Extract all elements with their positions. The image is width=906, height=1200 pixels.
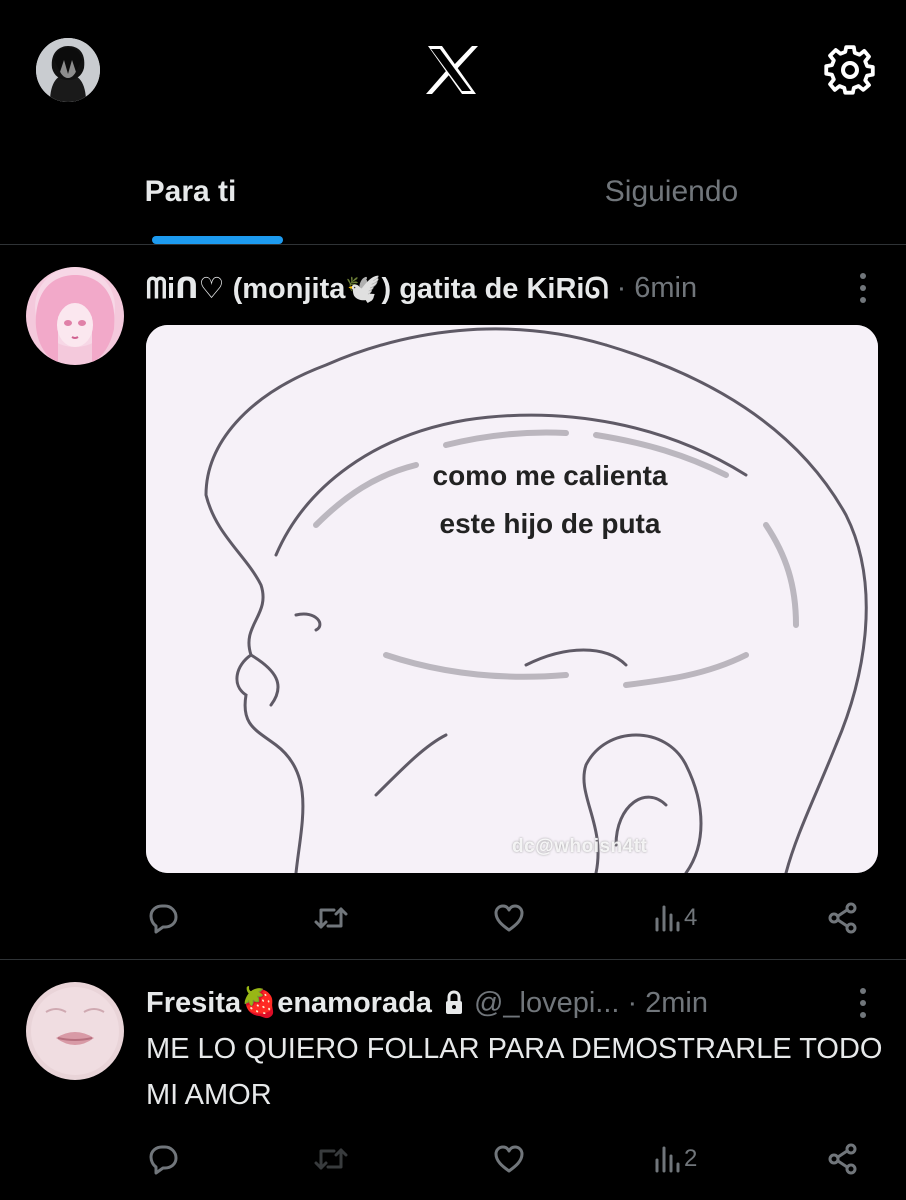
post-time[interactable]: 2min [645,987,708,1020]
repost-button[interactable] [312,895,350,941]
post-actions: 4 [146,895,876,941]
tab-siguiendo[interactable]: Siguiendo [445,140,898,244]
post-media-image[interactable] [146,325,878,873]
reply-icon [149,904,178,934]
share-icon [828,902,857,934]
share-button[interactable] [826,1136,860,1182]
user-handle[interactable]: @_lovepi... [474,987,620,1020]
tab-para-ti[interactable]: Para ti [0,140,417,244]
post-time[interactable]: 6min [634,272,697,305]
display-name[interactable]: Fresita🍓enamorada [146,986,432,1020]
lock-icon [444,990,464,1016]
top-bar [0,0,906,140]
repost-button[interactable] [312,1136,350,1182]
active-tab-indicator [152,236,283,244]
share-icon [828,1143,857,1175]
reply-icon [149,1145,178,1175]
heart-icon [494,904,524,932]
post-actions: 2 [146,1136,876,1182]
meme-caption: como me calienta este hijo de puta [380,452,720,548]
views-icon [655,1146,680,1173]
views-button[interactable]: 4 [654,895,697,941]
avatar[interactable] [26,267,124,365]
display-name[interactable]: ᗰiᑎ♡ (monjita🕊️) gatita de KiRiᘏ [146,271,609,306]
post-header: Fresita🍓enamorada @_lovepi... · 2min [146,980,846,1026]
separator-dot: · [616,271,627,304]
heart-icon [494,1145,524,1173]
gear-icon[interactable] [820,40,880,100]
views-count: 4 [684,904,698,931]
meme-caption-line: como me calienta [432,460,668,491]
repost-icon [314,1148,348,1170]
separator-dot: · [627,986,638,1019]
like-button[interactable] [492,1136,526,1182]
more-options-icon[interactable] [856,986,870,1020]
post-header: ᗰiᑎ♡ (monjita🕊️) gatita de KiRiᘏ · 6min [146,265,846,311]
views-icon [655,905,680,932]
reply-button[interactable] [146,895,180,941]
timeline-tabs: Para ti Siguiendo [0,140,906,245]
post-text: ME LO QUIERO FOLLAR PARA DEMOSTRARLE TOD… [146,1033,883,1111]
x-logo-icon[interactable] [422,42,482,98]
my-avatar[interactable] [36,38,100,102]
post[interactable]: ᗰiᑎ♡ (monjita🕊️) gatita de KiRiᘏ · 6min [0,245,906,960]
views-count: 2 [684,1145,698,1172]
reply-button[interactable] [146,1136,180,1182]
image-watermark: dc@whoisn4tt [512,836,648,857]
more-options-icon[interactable] [856,271,870,305]
views-button[interactable]: 2 [654,1136,697,1182]
post[interactable]: Fresita🍓enamorada @_lovepi... · 2min ME … [0,960,906,1200]
repost-icon [314,907,348,929]
share-button[interactable] [826,895,860,941]
like-button[interactable] [492,895,526,941]
meme-caption-line: este hijo de puta [439,508,661,539]
avatar[interactable] [26,982,124,1080]
